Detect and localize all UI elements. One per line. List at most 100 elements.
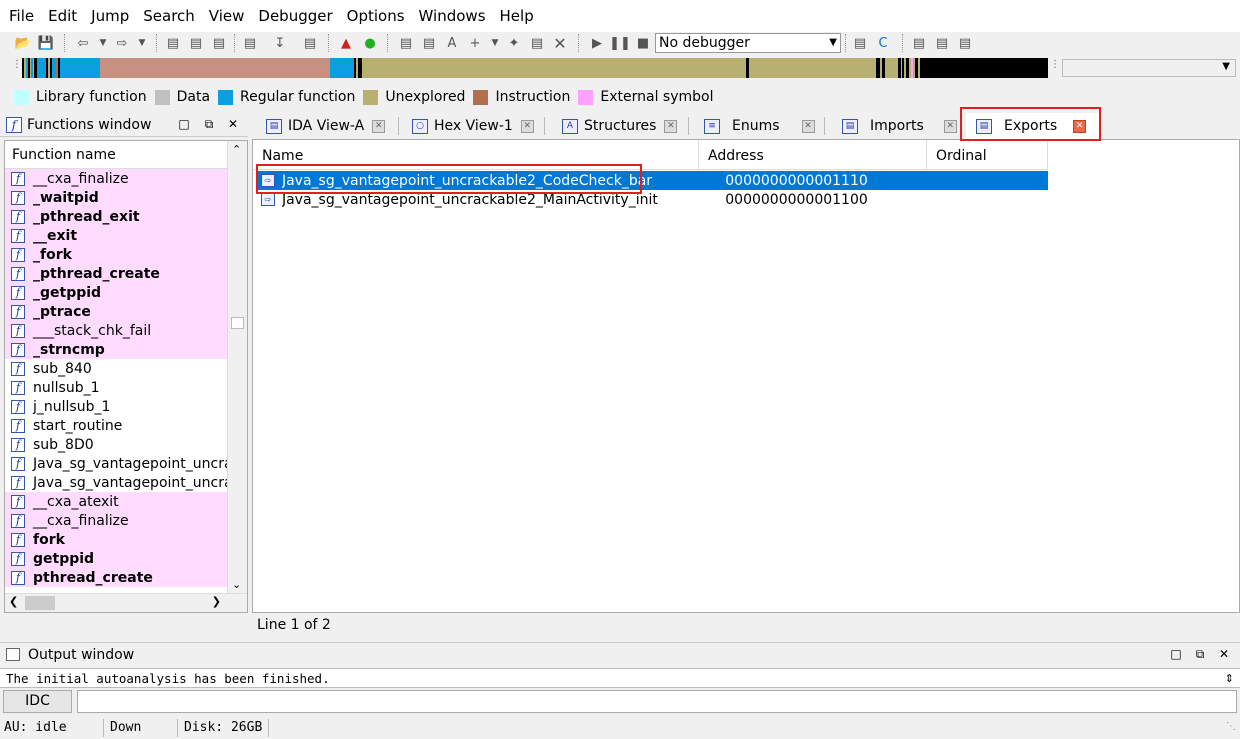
horizontal-scrollbar[interactable]: ❮ ❯ <box>5 593 247 612</box>
tree-icon[interactable]: ▤ <box>933 34 951 52</box>
tab-exports[interactable]: ▤ Exports ✕ <box>966 113 1100 139</box>
function-list-item[interactable]: f start_routine <box>5 416 227 435</box>
function-list-item[interactable]: f ___stack_chk_fail <box>5 321 227 340</box>
export-row[interactable]: ⇨ Java_sg_vantagepoint_uncrackable2_Code… <box>256 171 1048 190</box>
function-list-item[interactable]: f j_nullsub_1 <box>5 397 227 416</box>
function-list-item[interactable]: f __cxa_atexit <box>5 492 227 511</box>
menu-view[interactable]: View <box>202 0 252 32</box>
column-header-ordinal[interactable]: Ordinal <box>927 140 1048 170</box>
function-list-item[interactable]: f _waitpid <box>5 188 227 207</box>
jump-down-icon[interactable]: ↧ <box>271 34 289 52</box>
function-list-item[interactable]: f nullsub_1 <box>5 378 227 397</box>
forward-dropdown-icon[interactable]: ▼ <box>133 34 151 52</box>
search-binary-icon[interactable]: ▤ <box>187 34 205 52</box>
xref-icon[interactable]: ▤ <box>301 34 319 52</box>
close-icon[interactable]: ✕ <box>801 119 815 133</box>
function-list-item[interactable]: f _pthread_exit <box>5 207 227 226</box>
close-icon[interactable]: ✕ <box>1216 647 1232 661</box>
tab-ida-view-a[interactable]: ▤ IDA View-A ✕ <box>256 113 396 139</box>
warning-triangle-icon[interactable]: ▲ <box>337 34 355 52</box>
struct-icon[interactable]: ✦ <box>505 34 523 52</box>
search-immediate-icon[interactable]: ▤ <box>210 34 228 52</box>
float-window-icon[interactable]: ⧉ <box>201 117 217 132</box>
resize-grip-icon[interactable]: ⋱ <box>1226 721 1236 732</box>
c-view-icon[interactable]: C <box>874 34 892 52</box>
function-list-item[interactable]: f _pthread_create <box>5 264 227 283</box>
close-icon[interactable]: ✕ <box>1073 119 1087 133</box>
navigation-band[interactable] <box>22 58 1048 78</box>
add-dropdown-icon[interactable]: ▼ <box>486 34 504 52</box>
export-row[interactable]: ⇨ Java_sg_vantagepoint_uncrackable2_Main… <box>256 190 1048 209</box>
function-list-item[interactable]: f __exit <box>5 226 227 245</box>
menu-windows[interactable]: Windows <box>412 0 493 32</box>
close-icon[interactable]: ✕ <box>520 119 534 133</box>
scroll-up-icon[interactable]: ⌃ <box>232 143 241 156</box>
breakpoint-icon[interactable]: ▤ <box>956 34 974 52</box>
save-icon[interactable]: 💾 <box>37 34 55 52</box>
edit-function-icon[interactable]: ▤ <box>420 34 438 52</box>
stop-icon[interactable]: ■ <box>634 34 652 52</box>
function-list-item[interactable]: f getppid <box>5 549 227 568</box>
tab-hex-view-1[interactable]: ○ Hex View-1 ✕ <box>402 113 542 139</box>
text-icon[interactable]: A <box>443 34 461 52</box>
float-window-icon[interactable]: ⧉ <box>1192 647 1208 662</box>
tab-enums[interactable]: ≡ Enums ✕ <box>694 113 822 139</box>
attach-icon[interactable]: ▤ <box>851 34 869 52</box>
command-input[interactable] <box>77 690 1237 713</box>
pause-icon[interactable]: ❚❚ <box>609 34 631 52</box>
function-list-item[interactable]: f sub_8D0 <box>5 435 227 454</box>
function-list-item[interactable]: f Java_sg_vantagepoint_uncrac <box>5 454 227 473</box>
function-list-item[interactable]: f sub_840 <box>5 359 227 378</box>
maximize-icon[interactable]: □ <box>1168 647 1184 661</box>
scroll-left-icon[interactable]: ❮ <box>9 595 18 608</box>
scrollbar-thumb[interactable] <box>25 596 55 610</box>
function-name-column-header[interactable]: Function name <box>5 141 227 169</box>
maximize-icon[interactable]: □ <box>176 117 192 131</box>
close-icon[interactable]: ✕ <box>943 119 957 133</box>
scroll-right-icon[interactable]: ❯ <box>212 595 221 608</box>
open-folder-icon[interactable]: 📂 <box>14 34 32 52</box>
menu-help[interactable]: Help <box>493 0 541 32</box>
menu-options[interactable]: Options <box>340 0 412 32</box>
close-icon[interactable]: ✕ <box>372 119 386 133</box>
scrollbar-thumb[interactable] <box>231 317 244 329</box>
search-text-icon[interactable]: ▤ <box>164 34 182 52</box>
function-list-item[interactable]: f Java_sg_vantagepoint_uncrac <box>5 473 227 492</box>
function-list-item[interactable]: f _strncmp <box>5 340 227 359</box>
function-list-item[interactable]: f fork <box>5 530 227 549</box>
scroll-arrows-icon[interactable]: ⇕ <box>1225 669 1234 689</box>
function-list-item[interactable]: f _getppid <box>5 283 227 302</box>
list-window-icon[interactable]: ▤ <box>910 34 928 52</box>
scroll-down-icon[interactable]: ⌄ <box>232 578 241 591</box>
menu-debugger[interactable]: Debugger <box>251 0 339 32</box>
array-icon[interactable]: ▤ <box>528 34 546 52</box>
search-next-icon[interactable]: ▤ <box>241 34 259 52</box>
create-function-icon[interactable]: ▤ <box>397 34 415 52</box>
back-dropdown-icon[interactable]: ▼ <box>94 34 112 52</box>
function-list-item[interactable]: f _ptrace <box>5 302 227 321</box>
function-list-item[interactable]: f _fork <box>5 245 227 264</box>
column-header-name[interactable]: Name <box>253 140 699 170</box>
menu-jump[interactable]: Jump <box>84 0 136 32</box>
function-list-item[interactable]: f __cxa_finalize <box>5 511 227 530</box>
forward-arrow-icon[interactable]: ⇨ <box>113 34 131 52</box>
debugger-select[interactable]: No debugger ▼ <box>655 33 841 53</box>
close-icon[interactable]: ✕ <box>664 119 678 133</box>
navband-range-select[interactable]: ▼ <box>1062 59 1236 77</box>
undefine-x-icon[interactable]: ✕ <box>551 34 569 53</box>
green-circle-icon[interactable]: ● <box>361 34 379 52</box>
menu-search[interactable]: Search <box>136 0 202 32</box>
column-header-address[interactable]: Address <box>699 140 927 170</box>
idc-language-button[interactable]: IDC <box>3 690 72 713</box>
menu-file[interactable]: File <box>2 0 41 32</box>
function-list-item[interactable]: f __cxa_finalize <box>5 169 227 188</box>
play-icon[interactable]: ▶ <box>588 34 606 52</box>
function-list-item[interactable]: f pthread_create <box>5 568 227 587</box>
tab-structures[interactable]: A Structures ✕ <box>552 113 686 139</box>
vertical-scrollbar[interactable]: ⌃ ⌄ <box>227 141 247 593</box>
add-icon[interactable]: + <box>466 34 484 52</box>
back-arrow-icon[interactable]: ⇦ <box>74 34 92 52</box>
menu-edit[interactable]: Edit <box>41 0 84 32</box>
tab-imports[interactable]: ▤ Imports ✕ <box>832 113 960 139</box>
close-icon[interactable]: ✕ <box>225 117 241 131</box>
